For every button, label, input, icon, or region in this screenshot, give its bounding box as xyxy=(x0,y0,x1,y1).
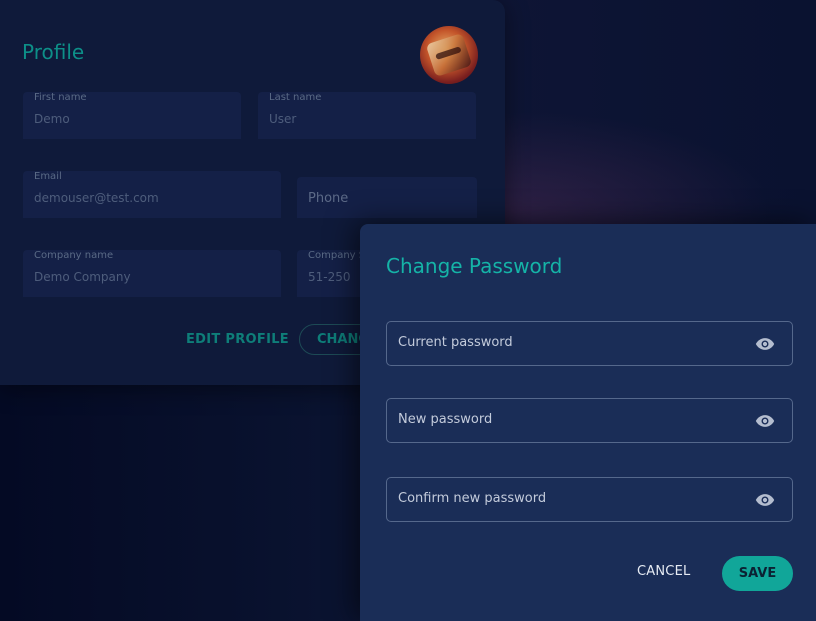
email-label: Email xyxy=(34,171,62,182)
company-name-field[interactable]: Company name Demo Company xyxy=(23,250,281,297)
new-password-field[interactable]: New password xyxy=(386,398,793,443)
last-name-field[interactable]: Last name User xyxy=(258,92,476,139)
first-name-value: Demo xyxy=(34,112,70,126)
avatar-image xyxy=(425,32,473,78)
profile-title: Profile xyxy=(22,40,85,64)
company-name-value: Demo Company xyxy=(34,270,131,284)
confirm-password-field[interactable]: Confirm new password xyxy=(386,477,793,522)
first-name-label: First name xyxy=(34,92,87,103)
eye-icon[interactable] xyxy=(754,334,776,354)
current-password-field[interactable]: Current password xyxy=(386,321,793,366)
email-value: demouser@test.com xyxy=(34,191,159,205)
edit-profile-button[interactable]: EDIT PROFILE xyxy=(186,332,289,347)
avatar[interactable] xyxy=(420,26,478,84)
change-password-dialog: Change Password Current password New pas… xyxy=(360,224,816,621)
phone-placeholder: Phone xyxy=(308,191,349,206)
last-name-label: Last name xyxy=(269,92,322,103)
company-size-label: Company S xyxy=(308,250,366,261)
email-field[interactable]: Email demouser@test.com xyxy=(23,171,281,218)
confirm-password-label: Confirm new password xyxy=(398,491,547,506)
save-button[interactable]: SAVE xyxy=(722,556,793,591)
cancel-button[interactable]: CANCEL xyxy=(637,564,690,579)
eye-icon[interactable] xyxy=(754,490,776,510)
first-name-field[interactable]: First name Demo xyxy=(23,92,241,139)
last-name-value: User xyxy=(269,112,297,126)
current-password-label: Current password xyxy=(398,335,513,350)
eye-icon[interactable] xyxy=(754,411,776,431)
company-name-label: Company name xyxy=(34,250,114,261)
save-button-label: SAVE xyxy=(738,566,777,581)
phone-field[interactable]: Phone xyxy=(297,177,477,218)
new-password-label: New password xyxy=(398,412,493,427)
dialog-title: Change Password xyxy=(386,254,563,278)
company-size-value: 51-250 xyxy=(308,270,351,284)
